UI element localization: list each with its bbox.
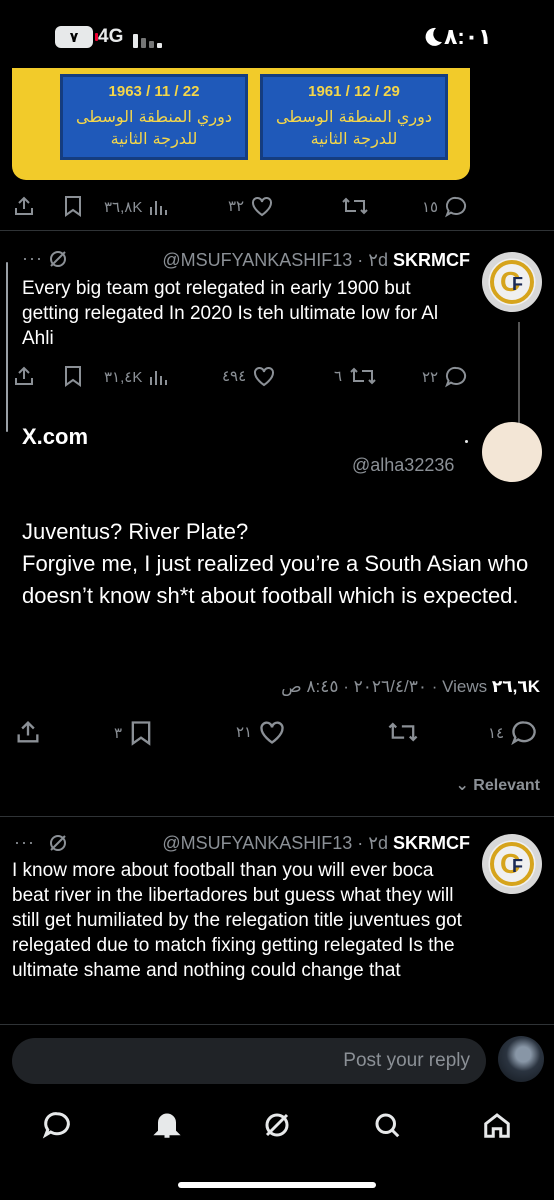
source-watermark: X.com [22, 424, 89, 449]
tweet-header: @MSUFYANKASHIF13 · ٢d SKRMCF [162, 833, 470, 854]
tweet-author-name[interactable]: SKRMCF [393, 250, 470, 270]
tweet-action-row: ٣٦,٨K ٣٢ ١٥ [0, 192, 554, 222]
bookmark-icon [131, 721, 151, 746]
more-options-icon[interactable]: ··· [14, 832, 35, 853]
user-avatar[interactable] [498, 1036, 544, 1082]
tweet-action-row: ٣١,٤K ٤٩٤ ٦ ٢٢ [0, 362, 554, 392]
tweet-meta: ٢٠٢٦/٤/٣٠ · ٨:٤٥ ص · Views ٢٦,٦K [281, 677, 540, 697]
reply-button[interactable]: ١٥ [422, 195, 468, 219]
share-icon [15, 196, 33, 215]
bookmark-button[interactable] [62, 194, 84, 218]
reply-placeholder: Post your reply [343, 1050, 470, 1071]
retweet-button[interactable] [386, 719, 420, 745]
views-label: Views [442, 677, 488, 696]
plaque-left: 1963 / 11 / 22 دوري المنطقة الوسطى للدرج… [60, 74, 248, 160]
heart-icon [252, 196, 273, 217]
retweet-button[interactable] [340, 195, 370, 217]
tweet-timestamp: ٢٠٢٦/٤/٣٠ · ٨:٤٥ ص · [281, 677, 443, 696]
crest-icon [490, 842, 534, 886]
retweet-icon [342, 197, 368, 215]
battery-indicator: ٧ [55, 26, 98, 48]
heart-icon [260, 721, 284, 744]
retweet-button[interactable]: ٦ [334, 365, 378, 387]
home-icon [484, 1113, 510, 1138]
views-icon [150, 371, 168, 385]
crest-icon [490, 260, 534, 304]
grok-icon[interactable] [48, 249, 68, 269]
heart-icon [254, 366, 275, 387]
retweet-icon [388, 722, 418, 742]
bottom-nav [0, 1098, 554, 1158]
divider [0, 816, 554, 817]
messages-tab[interactable] [42, 1110, 72, 1140]
home-indicator [178, 1182, 376, 1188]
status-time: ٨:٠١ [444, 24, 492, 49]
signal-icon [133, 30, 163, 48]
like-button[interactable]: ٢١ [236, 719, 286, 745]
tweet-body: Juventus? River Plate? Forgive me, I jus… [22, 516, 532, 612]
views-count[interactable]: ٢٦,٦K [492, 677, 540, 696]
views-button[interactable]: ٣٦,٨K [104, 197, 170, 217]
search-tab[interactable] [372, 1110, 402, 1140]
share-icon [15, 366, 33, 385]
tweet-handle[interactable]: @alha32236 [352, 455, 454, 476]
network-type: 4G [98, 26, 124, 47]
tweet-body: I know more about football than you will… [12, 860, 462, 981]
views-icon [150, 201, 168, 215]
avatar[interactable] [482, 422, 542, 482]
share-button[interactable] [14, 718, 42, 746]
tweet-body-line: Juventus? River Plate? [22, 519, 249, 544]
chat-bubble-icon [42, 1112, 70, 1139]
avatar[interactable] [482, 834, 542, 894]
retweet-icon [350, 367, 376, 385]
status-bar: ٧ 4G ٨:٠١ [0, 0, 554, 72]
grok-icon[interactable] [48, 833, 68, 853]
search-icon [375, 1113, 400, 1138]
sort-dropdown[interactable]: ⌄ Relevant [455, 775, 540, 795]
tweet-media-image[interactable]: 1963 / 11 / 22 دوري المنطقة الوسطى للدرج… [12, 68, 470, 180]
divider [0, 1024, 554, 1025]
share-button[interactable] [12, 194, 36, 218]
like-button[interactable]: ٤٩٤ [222, 365, 276, 387]
share-button[interactable] [12, 364, 36, 388]
tweet-handle-time[interactable]: @MSUFYANKASHIF13 · ٢d [162, 833, 388, 853]
chevron-down-icon: ⌄ [455, 777, 469, 794]
tweet-body: Every big team got relegated in early 19… [22, 278, 439, 349]
bookmark-icon [65, 366, 81, 387]
plaque-right: 1961 / 12 / 29 دوري المنطقة الوسطى للدرج… [260, 74, 448, 160]
bookmark-button[interactable]: ٣ [114, 719, 154, 747]
tweet-header: @MSUFYANKASHIF13 · ٢d SKRMCF [162, 250, 470, 271]
main-tweet-action-row: ٣ ٢١ ١٤ [0, 716, 554, 746]
tweet-body-line: Forgive me, I just realized you’re a Sou… [22, 551, 529, 608]
reply-input[interactable]: Post your reply [12, 1038, 486, 1084]
reply-icon [445, 366, 467, 388]
more-options-icon[interactable]: ··· [22, 248, 43, 269]
reply-icon [445, 196, 467, 218]
tweet-author-name[interactable]: SKRMCF [393, 833, 470, 853]
indicator-dot [465, 440, 468, 443]
reply-icon [511, 721, 536, 746]
divider [0, 230, 554, 231]
avatar[interactable] [482, 252, 542, 312]
bookmark-icon [65, 196, 81, 217]
home-tab[interactable] [482, 1110, 512, 1140]
thread-line [6, 262, 8, 432]
notifications-tab[interactable] [152, 1110, 182, 1140]
tweet-handle-time[interactable]: @MSUFYANKASHIF13 · ٢d [162, 250, 388, 270]
grok-icon [265, 1113, 289, 1137]
grok-tab[interactable] [262, 1110, 292, 1140]
moon-icon [425, 27, 442, 46]
share-icon [17, 721, 39, 743]
bookmark-button[interactable] [62, 364, 84, 388]
views-button[interactable]: ٣١,٤K [104, 367, 170, 387]
like-button[interactable]: ٣٢ [228, 195, 274, 217]
reply-button[interactable]: ٢٢ [422, 365, 468, 389]
bell-icon [153, 1113, 181, 1138]
reply-button[interactable]: ١٤ [488, 719, 538, 747]
